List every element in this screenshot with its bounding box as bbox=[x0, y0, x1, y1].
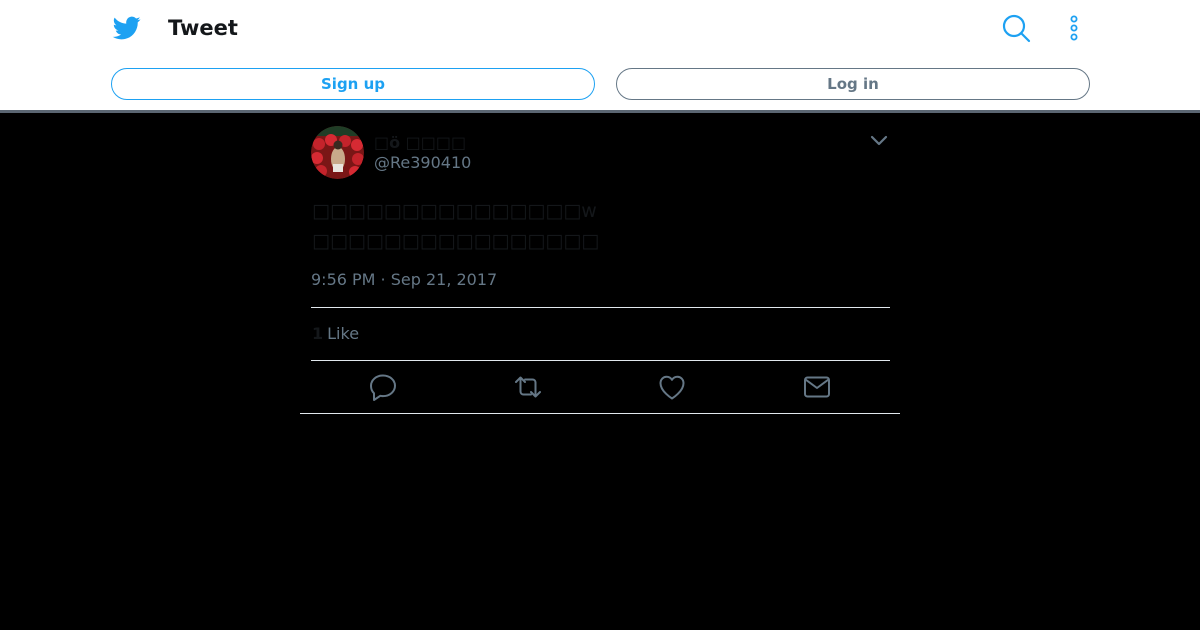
author-display-name[interactable]: □ö □□□□ bbox=[374, 133, 466, 153]
tweet-timestamp[interactable]: 9:56 PM · Sep 21, 2017 bbox=[311, 269, 497, 291]
retweet-icon[interactable] bbox=[512, 371, 544, 403]
chevron-down-icon[interactable] bbox=[868, 132, 890, 148]
sign-up-button[interactable]: Sign up bbox=[111, 68, 595, 100]
like-count-value: 1 bbox=[312, 324, 324, 343]
like-count[interactable]: 1 Like bbox=[312, 324, 359, 344]
like-count-label: Like bbox=[327, 324, 360, 343]
tweet-card: □ö □□□□ @Re390410 □□□□□□□□□□□□□□□w □□□□□… bbox=[300, 116, 900, 414]
log-in-button[interactable]: Log in bbox=[616, 68, 1090, 100]
top-bar: Tweet Sign up Log in bbox=[0, 0, 1200, 113]
divider bbox=[311, 360, 890, 361]
tweet-text: □□□□□□□□□□□□□□□w □□□□□□□□□□□□□□□□ bbox=[312, 200, 600, 252]
search-icon[interactable] bbox=[1000, 12, 1032, 44]
twitter-bird-icon[interactable] bbox=[112, 14, 142, 42]
page-title: Tweet bbox=[168, 16, 238, 40]
reply-icon[interactable] bbox=[367, 371, 399, 403]
divider bbox=[311, 307, 890, 308]
author-handle[interactable]: @Re390410 bbox=[374, 153, 471, 173]
like-icon[interactable] bbox=[656, 371, 688, 403]
direct-message-icon[interactable] bbox=[801, 371, 833, 403]
avatar[interactable] bbox=[311, 126, 364, 179]
more-vertical-icon[interactable] bbox=[1064, 12, 1084, 44]
